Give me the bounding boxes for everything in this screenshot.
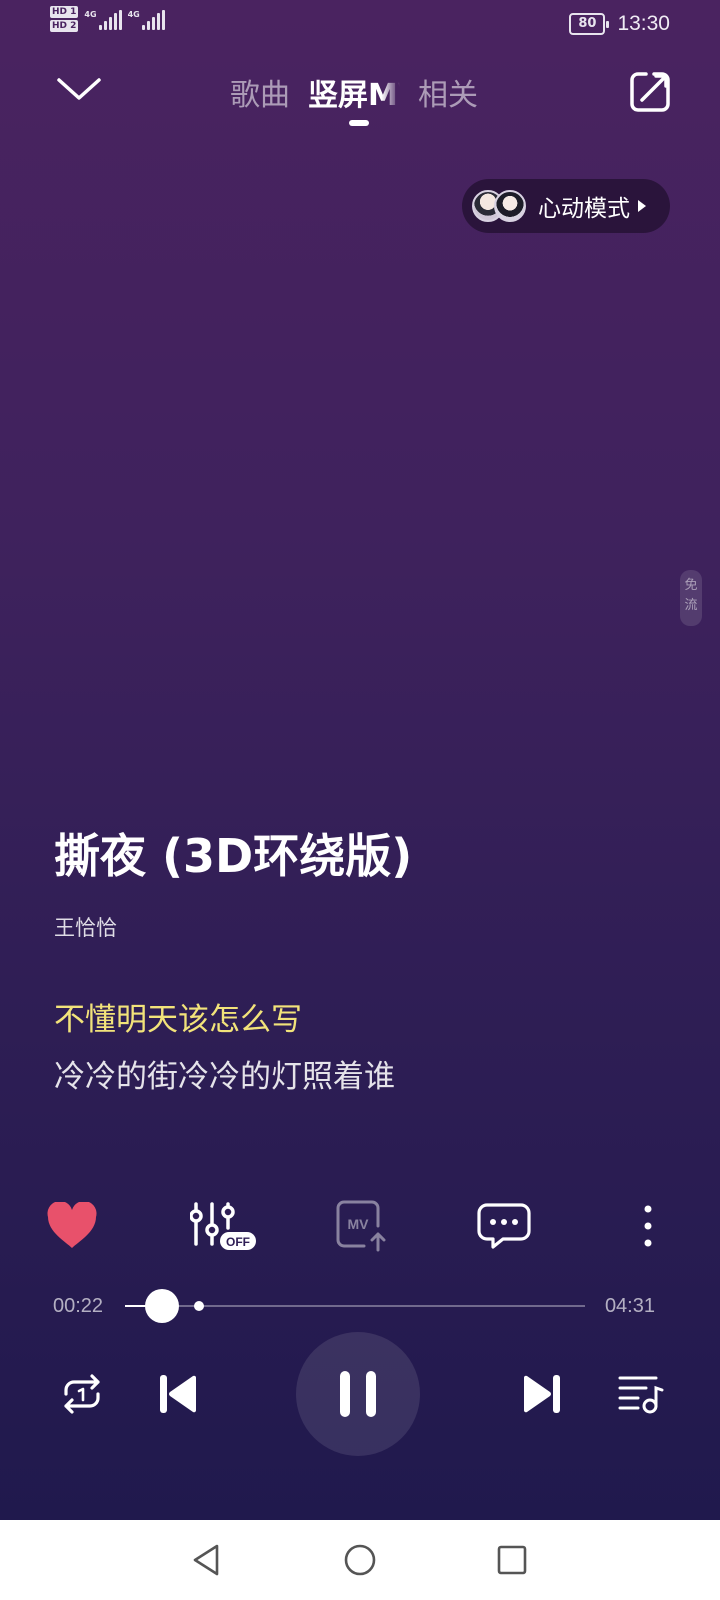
previous-button[interactable] [154,1370,202,1418]
system-nav-bar [0,1520,720,1600]
playlist-icon [618,1376,664,1414]
pause-icon [340,1371,376,1417]
nav-recents-button[interactable] [492,1540,532,1580]
action-row: OFF MV [0,1198,720,1262]
signal-sim1: 4G [84,10,122,30]
hd-sim2-badge: HD 2 [50,20,79,32]
heart-mode-button[interactable]: 心动模式 [462,179,670,233]
comment-icon [477,1203,531,1249]
hd-indicators: HD 1 HD 2 [50,6,79,32]
free-data-tag[interactable]: 免流 [680,570,702,626]
more-button[interactable] [628,1198,668,1254]
sound-effect-badge: OFF [226,1235,250,1249]
status-bar: HD 1 HD 2 4G 4G 80 13:30 [0,0,720,48]
previous-icon [160,1375,197,1413]
tab-song[interactable]: 歌曲 [230,70,290,114]
share-icon [630,72,670,112]
network-type-1: 4G [84,10,97,19]
share-button[interactable] [628,70,672,114]
tab-vertical-mv[interactable]: 竖屏MV [308,70,400,114]
avatar [494,190,526,222]
play-mode-button[interactable] [58,1370,106,1418]
player-header: 歌曲 竖屏MV 相关 [0,60,720,130]
hd-sim1-badge: HD 1 [50,6,79,18]
lyric-current-line[interactable]: 不懂明天该怎么写 [54,994,302,1039]
status-time: 13:30 [617,12,670,35]
playback-controls [0,1330,720,1460]
network-type-2: 4G [127,10,140,19]
seek-handle[interactable] [145,1289,180,1323]
comment-button[interactable] [476,1198,532,1254]
song-title: 撕夜 (3D环绕版) [54,829,413,883]
back-triangle-icon [193,1544,219,1576]
mv-button[interactable]: MV [334,1198,390,1254]
playlist-button[interactable] [616,1370,664,1418]
pause-button[interactable] [296,1332,420,1456]
chevron-down-icon [57,78,101,100]
progress-bar: 00:22 04:31 [0,1286,720,1326]
recents-square-icon [497,1545,527,1575]
player-screen: HD 1 HD 2 4G 4G 80 13:30 歌曲 竖屏M 相关 心动模式 … [0,0,720,1520]
equalizer-icon: OFF [190,1202,256,1250]
seek-track[interactable] [125,1289,585,1323]
total-time: 04:31 [604,1295,655,1317]
next-button[interactable] [518,1370,566,1418]
avatar-group [472,190,526,222]
mv-upload-icon: MV [336,1200,386,1252]
heart-mode-label: 心动模式 [538,196,630,222]
tab-related[interactable]: 相关 [418,70,478,114]
mv-label: MV [348,1216,370,1232]
active-tab-indicator [349,120,369,126]
lyric-next-line[interactable]: 冷冷的街冷冷的灯照着谁 [54,1051,395,1096]
sound-effect-button[interactable]: OFF [190,1198,262,1254]
status-left: HD 1 HD 2 4G 4G [50,6,165,32]
battery-icon: 80 [569,13,610,35]
current-time: 00:22 [53,1295,104,1317]
collapse-button[interactable] [55,72,103,108]
heart-icon [47,1202,97,1248]
signal-bars-icon [98,10,122,30]
artist-name[interactable]: 王恰恰 [54,912,117,942]
status-right: 80 13:30 [569,12,670,36]
next-icon [523,1375,560,1413]
repeat-one-icon [64,1374,100,1414]
signal-sim2: 4G [128,10,165,30]
nav-home-button[interactable] [340,1540,380,1580]
header-tabs: 歌曲 竖屏MV 相关 [230,70,478,114]
signal-bars-icon [141,10,165,30]
like-button[interactable] [44,1198,100,1254]
nav-back-button[interactable] [186,1540,226,1580]
buffer-marker [193,1301,204,1311]
play-arrow-icon [638,200,646,212]
more-vertical-icon [644,1205,652,1247]
home-circle-icon [344,1544,376,1576]
